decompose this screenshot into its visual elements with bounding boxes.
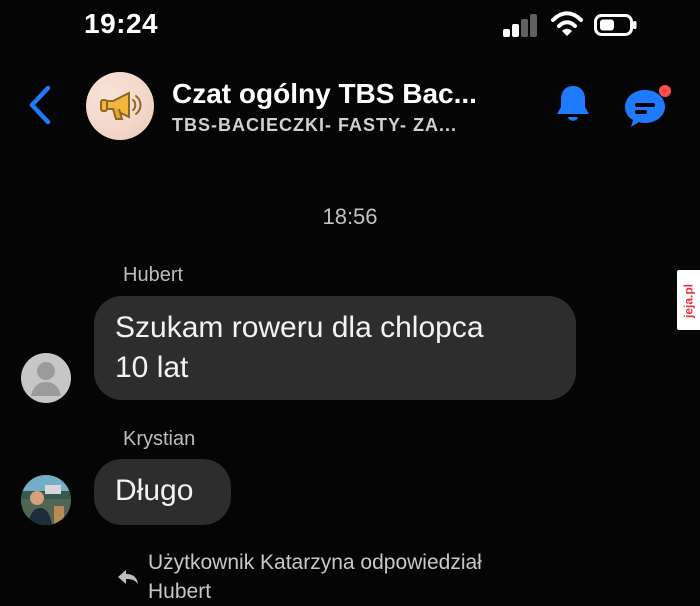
default-avatar-icon xyxy=(31,362,61,396)
chat-title[interactable]: Czat ogólny TBS Bac... xyxy=(172,78,532,110)
message-bubble[interactable]: Długo xyxy=(94,459,231,525)
message-sender: Hubert xyxy=(123,264,184,286)
chat-subtitle[interactable]: TBS-BACIECZKI- FASTY- ZA... xyxy=(172,115,532,136)
default-avatar[interactable] xyxy=(21,353,71,403)
user-photo-icon xyxy=(21,475,71,525)
reply-text: Użytkownik Katarzyna odpowiedział Hubert xyxy=(148,551,482,603)
message-timestamp: 18:56 xyxy=(322,204,378,229)
signal-icon xyxy=(496,13,542,37)
reply-notice[interactable]: Użytkownik Katarzyna odpowiedział Hubert xyxy=(116,548,616,606)
status-bar: 19:24 xyxy=(0,0,700,58)
chat-notification-button[interactable] xyxy=(621,82,673,130)
chat-header: Czat ogólny TBS Bac... TBS-BACIECZKI- FA… xyxy=(0,58,700,166)
bell-icon xyxy=(557,86,589,121)
status-time: 19:24 xyxy=(84,8,159,39)
message-sender: Krystian xyxy=(123,428,196,450)
battery-icon xyxy=(594,14,637,36)
chat-notification-icon xyxy=(625,85,671,127)
group-avatar[interactable] xyxy=(86,72,154,140)
chat-screen: 19:24 Czat ogólny TBS Bac... TBS-BACIECZ… xyxy=(0,0,700,606)
bell-button[interactable] xyxy=(552,80,594,128)
user-avatar[interactable] xyxy=(21,475,71,525)
watermark-text: jeja.pl xyxy=(681,284,696,319)
megaphone-icon xyxy=(100,91,142,120)
message-bubble[interactable]: Szukam roweru dla chlopca 10 lat xyxy=(94,296,576,400)
back-button[interactable] xyxy=(20,81,62,129)
status-icons xyxy=(496,11,656,38)
wifi-icon xyxy=(551,11,583,36)
reply-icon xyxy=(118,570,138,584)
